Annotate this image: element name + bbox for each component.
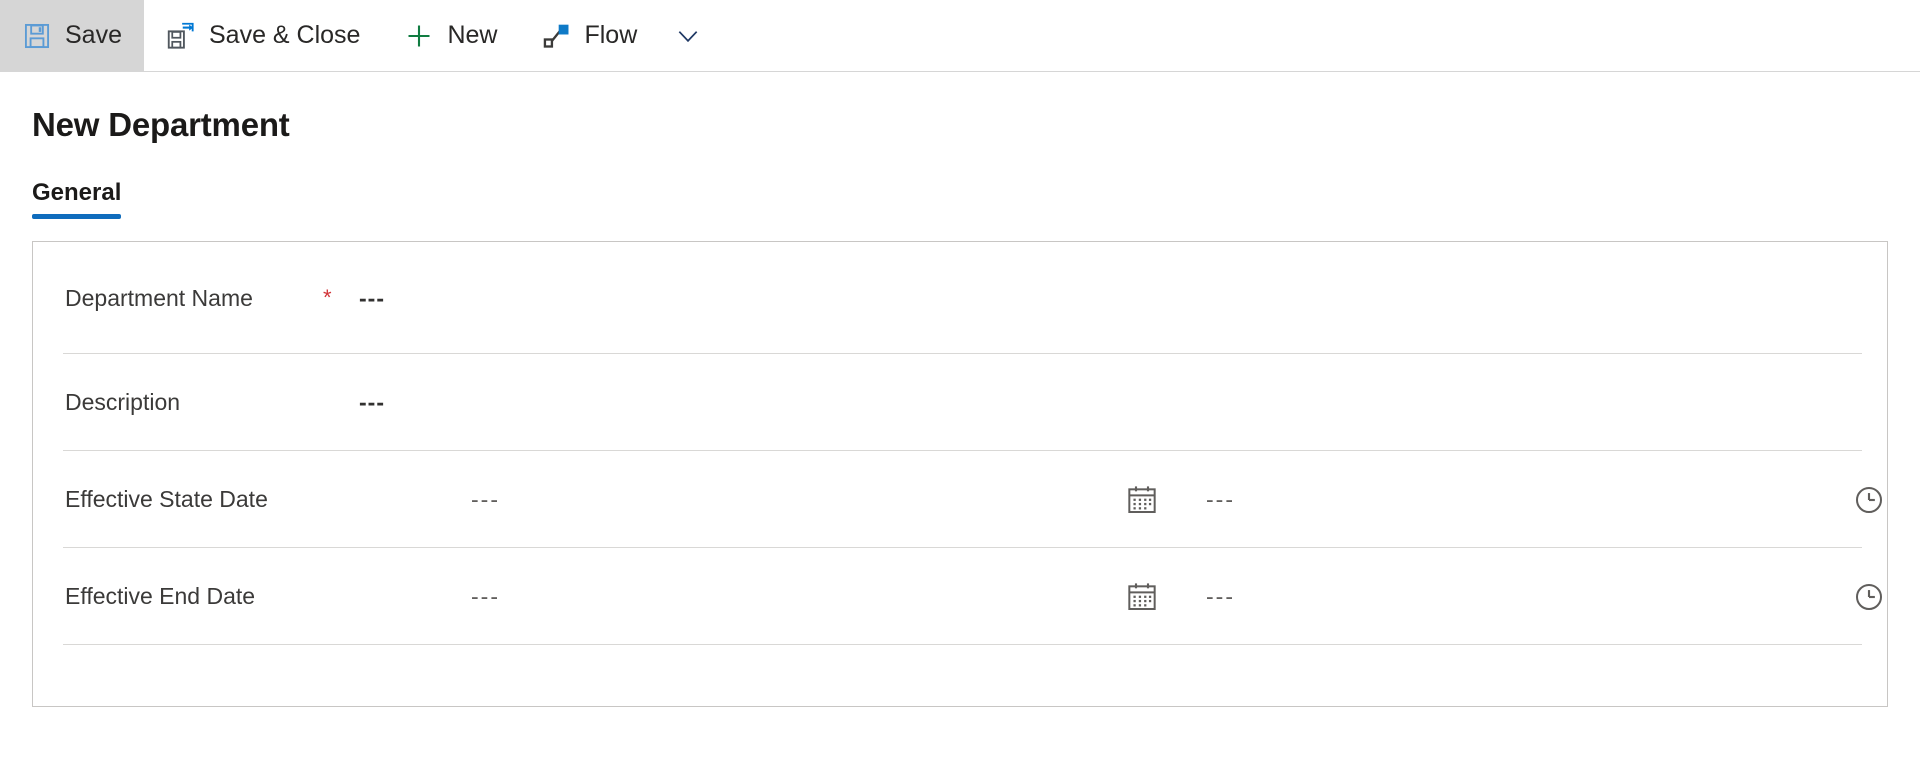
tab-strip: General xyxy=(32,171,1920,219)
form-row-department-name: Department Name * --- xyxy=(33,242,1887,354)
field-label-department-name: Department Name xyxy=(65,284,253,311)
flow-button-label: Flow xyxy=(584,21,638,49)
calendar-icon[interactable] xyxy=(1126,484,1158,516)
calendar-icon[interactable] xyxy=(1126,581,1158,613)
save-button[interactable]: Save xyxy=(0,0,144,72)
tab-general-label: General xyxy=(32,179,122,206)
field-value-effective-state-date[interactable]: --- xyxy=(471,486,500,513)
save-close-icon xyxy=(166,21,196,51)
save-and-close-button[interactable]: Save & Close xyxy=(144,0,382,72)
page-content: New Department General Department Name *… xyxy=(0,106,1920,707)
save-button-label: Save xyxy=(65,21,122,49)
field-label-effective-state-date: Effective State Date xyxy=(65,486,268,512)
save-icon xyxy=(22,21,52,51)
general-form-card: Department Name * --- Description --- Ef… xyxy=(32,241,1888,707)
new-button-label: New xyxy=(447,21,498,49)
field-value-effective-end-date[interactable]: --- xyxy=(471,583,500,610)
chevron-down-icon[interactable] xyxy=(659,0,717,72)
field-value-description[interactable]: --- xyxy=(359,389,385,416)
row-divider xyxy=(63,644,1862,645)
flow-icon xyxy=(541,21,571,51)
field-label-description: Description xyxy=(65,389,181,415)
field-value-effective-state-time[interactable]: --- xyxy=(1206,486,1235,513)
command-bar: Save Save & Close New Flow xyxy=(0,0,1920,72)
page-title: New Department xyxy=(32,106,290,143)
required-asterisk-department-name: * xyxy=(323,285,332,310)
flow-button[interactable]: Flow xyxy=(519,0,659,72)
plus-icon xyxy=(404,21,434,51)
tab-general[interactable]: General xyxy=(32,179,122,219)
save-and-close-label: Save & Close xyxy=(208,21,361,49)
clock-icon[interactable] xyxy=(1853,484,1885,516)
new-button[interactable]: New xyxy=(382,0,519,72)
form-row-effective-state-date: Effective State Date --- --- xyxy=(33,451,1887,548)
form-row-description: Description --- xyxy=(33,354,1887,451)
clock-icon[interactable] xyxy=(1853,581,1885,613)
field-value-department-name[interactable]: --- xyxy=(359,285,385,312)
tab-active-indicator xyxy=(32,214,122,219)
form-row-effective-end-date: Effective End Date --- --- xyxy=(33,548,1887,645)
field-value-effective-end-time[interactable]: --- xyxy=(1206,583,1235,610)
field-label-effective-end-date: Effective End Date xyxy=(65,583,256,609)
